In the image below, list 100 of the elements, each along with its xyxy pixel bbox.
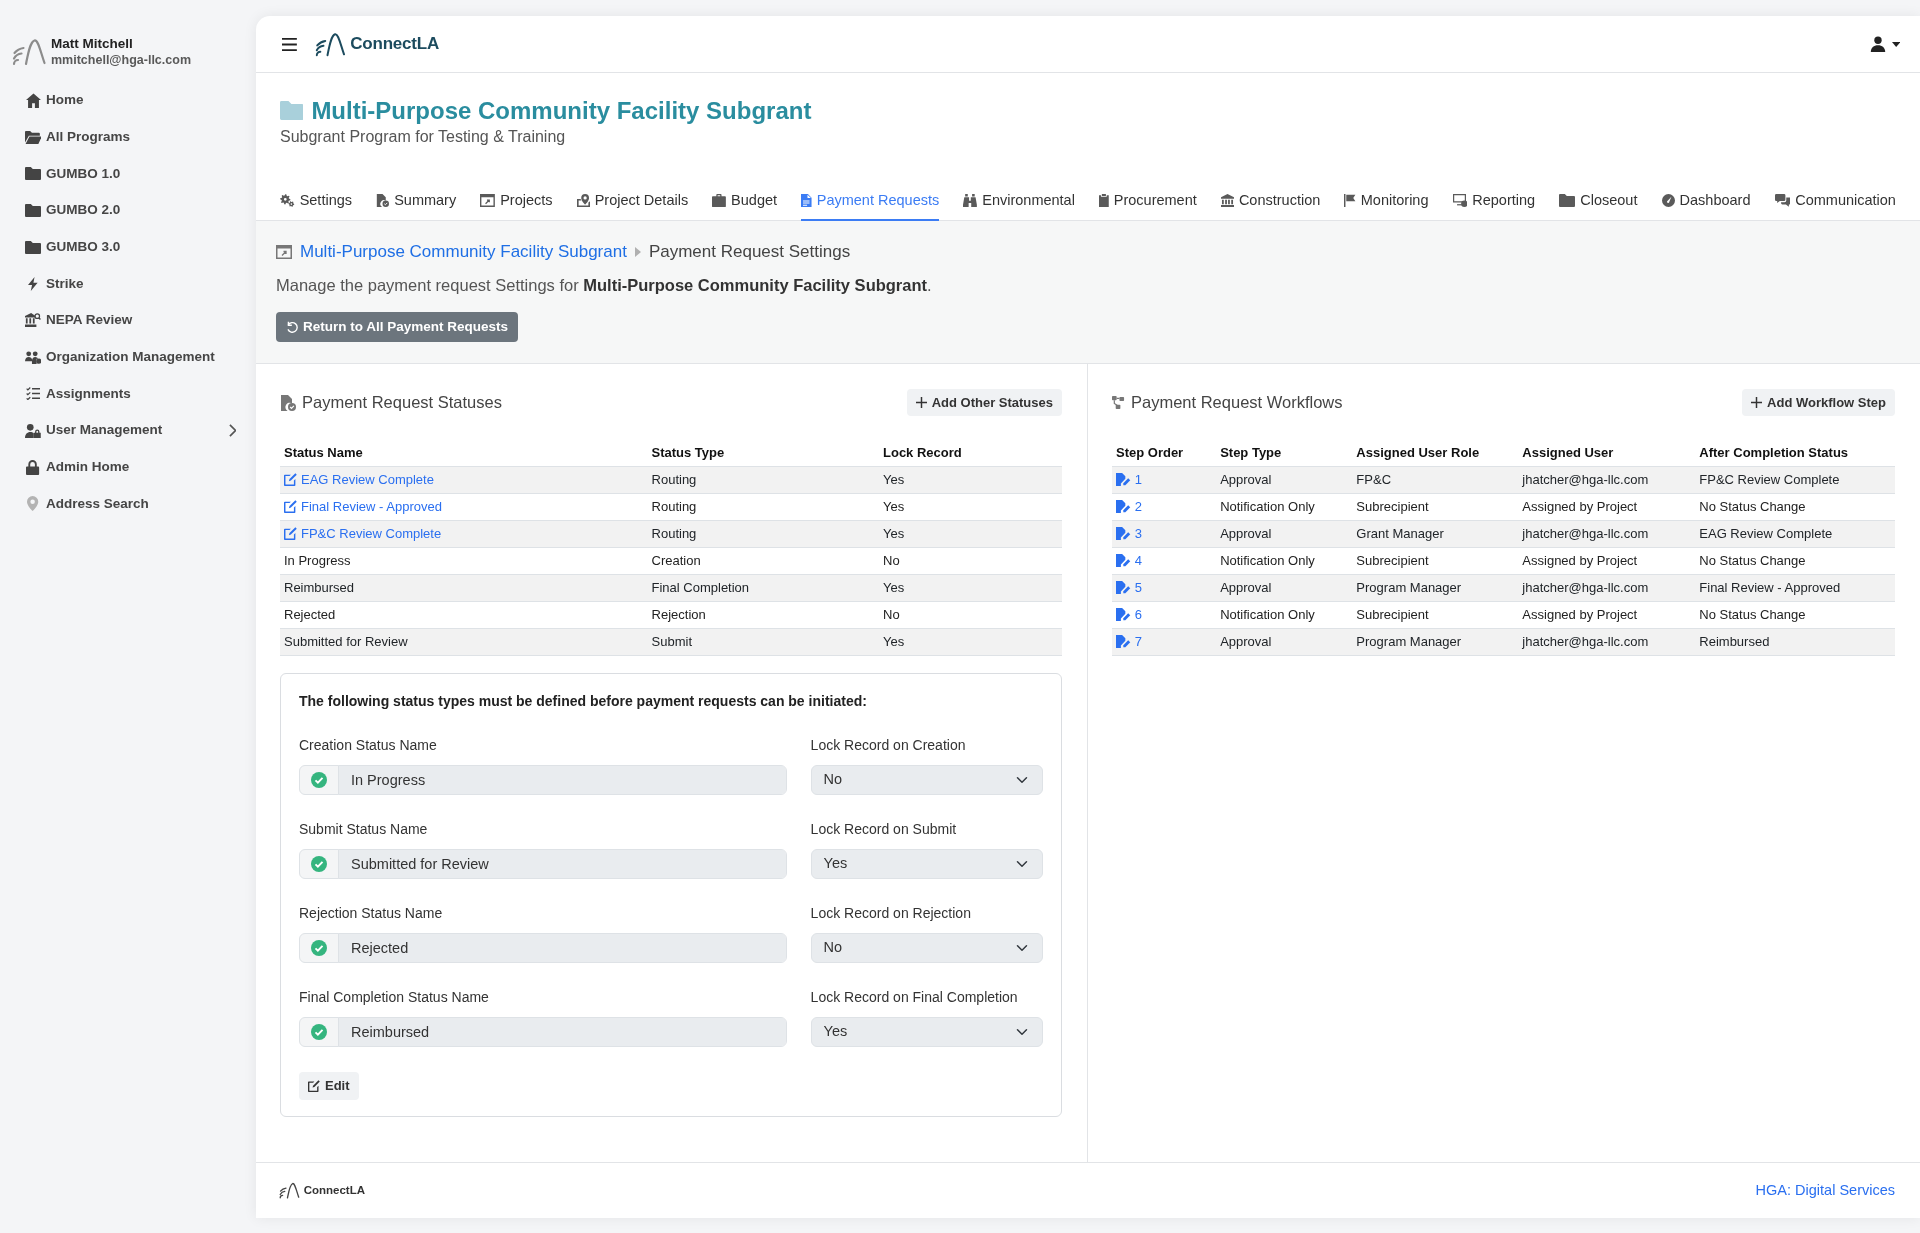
file-edit-icon — [1116, 581, 1131, 594]
sidebar-link[interactable]: Strike — [12, 265, 256, 303]
sidebar-link[interactable]: NEPA Review — [12, 302, 256, 339]
tab[interactable]: Settings — [280, 190, 353, 221]
table-cell: Creation — [647, 547, 879, 575]
brand-name: ConnectLA — [303, 1182, 365, 1198]
sidebar-link[interactable]: Assignments — [12, 375, 256, 413]
user-menu-button[interactable] — [1869, 36, 1900, 52]
table-cell: Routing — [647, 493, 879, 521]
table-cell: Approval — [1216, 628, 1353, 656]
file-edit-icon — [1116, 473, 1131, 486]
table-cell: No — [879, 547, 1062, 575]
sidebar-link[interactable]: GUMBO 1.0 — [12, 155, 256, 193]
sidebar-link[interactable]: Admin Home — [12, 448, 256, 486]
chat-icon — [1774, 193, 1791, 207]
tab[interactable]: Monitoring — [1344, 190, 1429, 221]
page-description: Manage the payment request Settings for Multi-Purpose Community Facility Subgrant. — [276, 275, 933, 296]
table-cell: Program Manager — [1352, 574, 1519, 602]
file-edit-icon — [1116, 635, 1131, 648]
tab[interactable]: Project Details — [576, 190, 689, 221]
footer-link[interactable]: HGA: Digital Services — [1755, 1179, 1895, 1202]
table-cell: Reimbursed — [1695, 628, 1895, 656]
map-pin-icon — [576, 193, 590, 207]
column-header: After Completion Status — [1695, 440, 1895, 467]
field-label: Lock Record on Final Completion — [810, 988, 1019, 1007]
column-header: Step Order — [1112, 440, 1217, 467]
step-link[interactable]: 3 — [1134, 526, 1142, 541]
folder-icon — [25, 240, 41, 254]
undo-icon — [286, 321, 298, 333]
table-cell: Notification Only — [1216, 601, 1353, 629]
file-edit-icon — [1116, 608, 1131, 621]
file-edit-icon — [1116, 527, 1131, 540]
table-cell: jhatcher@hga-llc.com — [1518, 520, 1696, 548]
folder-icon — [25, 203, 41, 217]
file-edit-icon — [1116, 500, 1131, 513]
tab[interactable]: Construction — [1220, 190, 1321, 221]
tab[interactable]: Procurement — [1099, 190, 1197, 221]
file-check-icon — [280, 394, 296, 411]
brand-name: ConnectLA — [350, 33, 440, 56]
program-subtitle: Subgrant Program for Testing & Training — [280, 127, 567, 147]
table-cell: Routing — [647, 466, 879, 494]
add-statuses-button[interactable]: Add Other Statuses — [906, 389, 1062, 416]
status-link[interactable]: EAG Review Complete — [301, 472, 434, 487]
column-header: Assigned User — [1518, 440, 1696, 467]
step-link[interactable]: 1 — [1134, 472, 1142, 487]
edit-button[interactable]: Edit — [299, 1072, 359, 1100]
bolt-icon — [28, 276, 38, 291]
field-label: Creation Status Name — [299, 736, 438, 755]
briefcase-icon — [712, 193, 727, 207]
step-link[interactable]: 7 — [1134, 634, 1142, 649]
sidebar-link[interactable]: User Management — [12, 412, 256, 449]
table-cell: No Status Change — [1695, 493, 1895, 521]
status-link[interactable]: Final Review - Approved — [301, 499, 442, 514]
tab[interactable]: Communication — [1774, 190, 1896, 221]
table-cell: Yes — [879, 628, 1062, 656]
step-link[interactable]: 4 — [1134, 553, 1142, 568]
column-header: Step Type — [1216, 440, 1353, 467]
table-cell: jhatcher@hga-llc.com — [1518, 466, 1696, 494]
status-link[interactable]: FP&C Review Complete — [301, 526, 442, 541]
program-title: Multi-Purpose Community Facility Subgrant — [311, 96, 812, 125]
tab[interactable]: Reporting — [1452, 190, 1536, 221]
step-link[interactable]: 2 — [1134, 499, 1142, 514]
logo-icon — [12, 38, 46, 66]
return-button[interactable]: Return to All Payment Requests — [276, 312, 519, 342]
table-cell: FP&C Review Complete — [1695, 466, 1895, 494]
tab[interactable]: Budget — [712, 190, 778, 221]
sidebar-link[interactable]: Home — [12, 82, 256, 119]
window-icon — [480, 193, 496, 207]
table-cell: Assigned by Project — [1518, 601, 1696, 629]
sidebar-link[interactable]: Address Search — [12, 485, 256, 523]
table-cell: Rejection — [647, 601, 879, 629]
table-cell: Final Completion — [647, 574, 879, 602]
table-cell: Final Review - Approved — [1695, 574, 1895, 602]
sidebar-link[interactable]: GUMBO 2.0 — [12, 192, 256, 229]
tab[interactable]: Dashboard — [1661, 190, 1751, 221]
user-email: mmitchell@hga-llc.com — [51, 52, 191, 69]
table-cell: Submitted for Review — [280, 628, 648, 656]
menu-button[interactable] — [282, 37, 297, 51]
step-link[interactable]: 6 — [1134, 607, 1142, 622]
plus-icon — [1751, 397, 1763, 408]
tab[interactable]: Projects — [480, 190, 553, 221]
breadcrumb-link[interactable]: Multi-Purpose Community Facility Subgrant — [300, 240, 627, 264]
table-cell: Approval — [1216, 466, 1353, 494]
table-cell: Yes — [879, 574, 1062, 602]
sidebar-link[interactable]: Organization Management — [12, 338, 256, 376]
table-cell: In Progress — [280, 547, 648, 575]
table-cell: Subrecipient — [1352, 547, 1519, 575]
sidebar-link[interactable]: GUMBO 3.0 — [12, 228, 256, 266]
tab[interactable]: Environmental — [963, 190, 1075, 221]
step-link[interactable]: 5 — [1134, 580, 1142, 595]
tab[interactable]: Closeout — [1559, 190, 1638, 221]
tab[interactable]: Summary — [376, 190, 457, 221]
user-name: Matt Mitchell — [51, 35, 134, 52]
map-pin-icon — [27, 496, 39, 512]
menu-icon — [282, 37, 297, 51]
add-step-button[interactable]: Add Workflow Step — [1742, 389, 1895, 416]
folder-icon — [1559, 193, 1576, 207]
sidebar-link[interactable]: All Programs — [12, 118, 256, 156]
table-cell: Yes — [879, 520, 1062, 548]
table-cell: EAG Review Complete — [1695, 520, 1895, 548]
